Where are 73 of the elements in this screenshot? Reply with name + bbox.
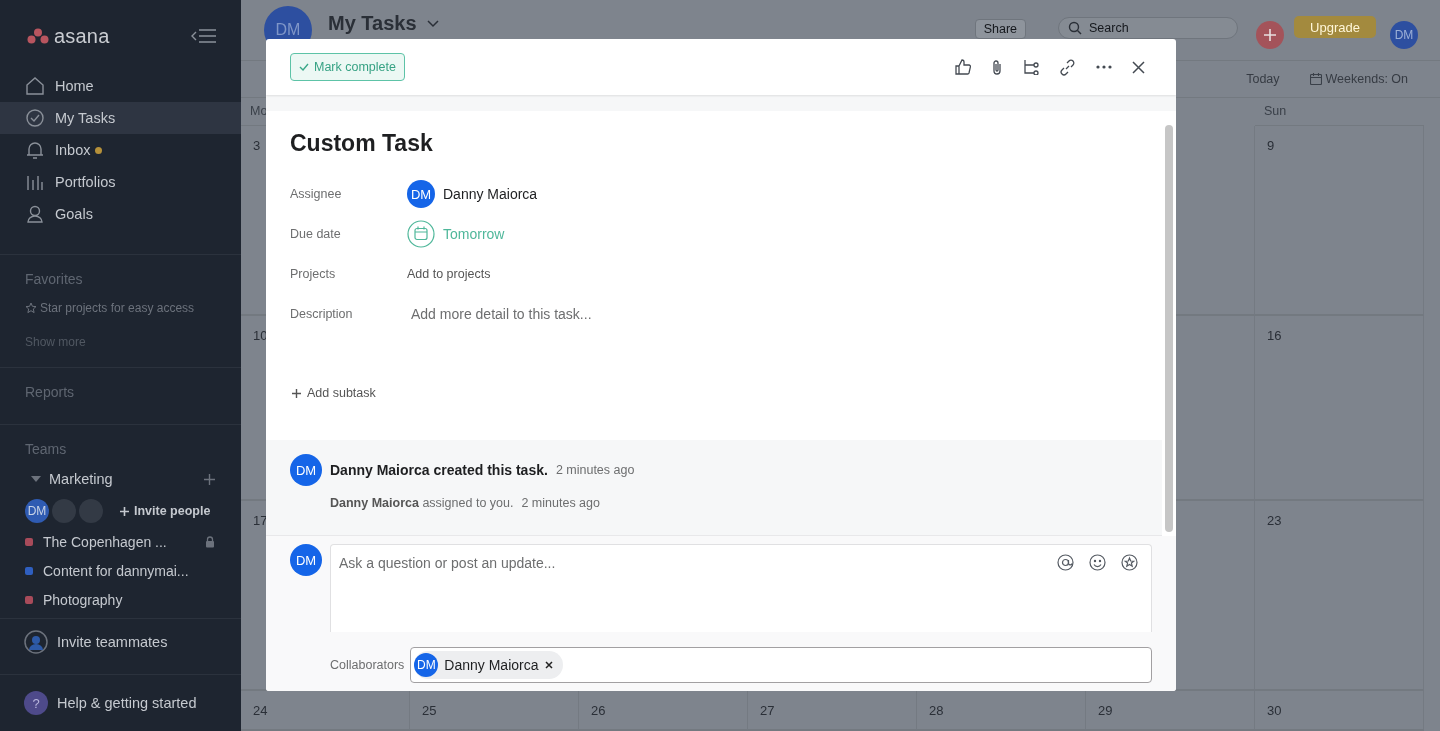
nav-item[interactable]: Home <box>0 70 241 102</box>
day-number: 23 <box>1255 501 1424 691</box>
close-icon[interactable] <box>1132 60 1145 74</box>
team-name[interactable]: Marketing <box>49 471 113 487</box>
help-badge[interactable]: ? <box>24 691 48 715</box>
collaborators-field[interactable]: DM Danny Maiorca <box>410 647 1152 683</box>
collaborator-avatar: DM <box>414 653 439 677</box>
timestamp: 2 minutes ago <box>555 463 635 477</box>
nav-item[interactable]: Goals <box>0 198 241 230</box>
add-button[interactable] <box>1256 21 1284 49</box>
member-avatar: DM <box>25 499 49 523</box>
add-subtask-button[interactable]: Add subtask <box>290 386 376 400</box>
field-label: Due date <box>290 227 342 241</box>
weekday-label: Sun <box>1255 98 1424 126</box>
activity-text: Danny Maiorca created this task. <box>330 462 548 478</box>
mention-icon[interactable] <box>1057 554 1074 571</box>
star-icon[interactable] <box>1121 554 1138 571</box>
day-number: 9 <box>1255 126 1424 316</box>
check-circle-icon <box>25 108 45 128</box>
scrollbar-thumb[interactable] <box>1165 125 1173 532</box>
chevron-down-icon[interactable] <box>426 20 439 28</box>
project-item[interactable]: Content for dannymai... <box>43 562 189 579</box>
field-label: Assignee <box>290 187 343 201</box>
search-icon <box>1068 21 1082 35</box>
section-heading: Favorites <box>25 271 84 287</box>
assignee-avatar: DM <box>407 180 435 208</box>
section-heading: Teams <box>25 441 68 457</box>
project-item[interactable]: The Copenhagen ... <box>43 533 167 550</box>
logo-dots-icon <box>27 28 49 44</box>
page-title: My Tasks <box>328 12 417 35</box>
check-icon <box>299 63 309 71</box>
share-button[interactable]: Share <box>974 19 1026 39</box>
nav-item[interactable]: My Tasks <box>0 102 241 134</box>
task-title[interactable]: Custom Task <box>290 130 1138 157</box>
collaborator-chip[interactable]: DM Danny Maiorca <box>414 651 563 679</box>
remove-icon[interactable] <box>544 661 553 669</box>
emoji-icon[interactable] <box>1089 554 1106 571</box>
plus-icon <box>292 388 301 398</box>
calendar-icon <box>1309 72 1322 85</box>
nav-item[interactable]: Inbox <box>0 134 241 166</box>
caret-icon[interactable] <box>31 475 41 483</box>
more-icon[interactable] <box>1096 65 1112 69</box>
invite-teammates-button[interactable]: Invite teammates <box>57 634 168 650</box>
logo-text: asana <box>54 24 110 48</box>
thumbs-up-icon[interactable] <box>955 59 971 75</box>
favorites-hint: Star projects for easy access <box>40 301 195 315</box>
subtask-icon[interactable] <box>1023 59 1039 75</box>
team-people-icon <box>24 630 48 654</box>
user-avatar: DM <box>290 544 322 576</box>
invite-people-button[interactable]: Invite people <box>120 504 211 518</box>
paperclip-icon[interactable] <box>991 58 1003 76</box>
plus-icon[interactable] <box>204 473 215 485</box>
person-icon <box>25 204 45 224</box>
home-icon <box>25 76 45 96</box>
plus-icon <box>1264 29 1276 41</box>
field-label: Projects <box>290 267 337 281</box>
nav-item[interactable]: Portfolios <box>0 166 241 198</box>
add-to-projects-link[interactable]: Add to projects <box>407 267 491 281</box>
project-item[interactable]: Photography <box>43 591 123 608</box>
help-link[interactable]: Help & getting started <box>57 695 197 711</box>
day-number: 30 <box>1255 691 1424 731</box>
assignee-name[interactable]: Danny Maiorca <box>443 186 538 202</box>
bell-icon <box>25 140 45 160</box>
search-field[interactable]: Search <box>1058 17 1238 39</box>
collaborators-label: Collaborators <box>330 658 405 672</box>
plus-icon <box>120 506 129 516</box>
star-icon <box>25 302 37 314</box>
day-number: 16 <box>1255 316 1424 501</box>
collapse-sidebar-icon[interactable] <box>191 28 217 44</box>
user-avatar[interactable]: DM <box>1390 21 1418 49</box>
comment-field[interactable]: Ask a question or post an update... <box>330 544 1152 632</box>
user-avatar: DM <box>290 454 322 486</box>
link-icon[interactable] <box>1059 58 1076 76</box>
